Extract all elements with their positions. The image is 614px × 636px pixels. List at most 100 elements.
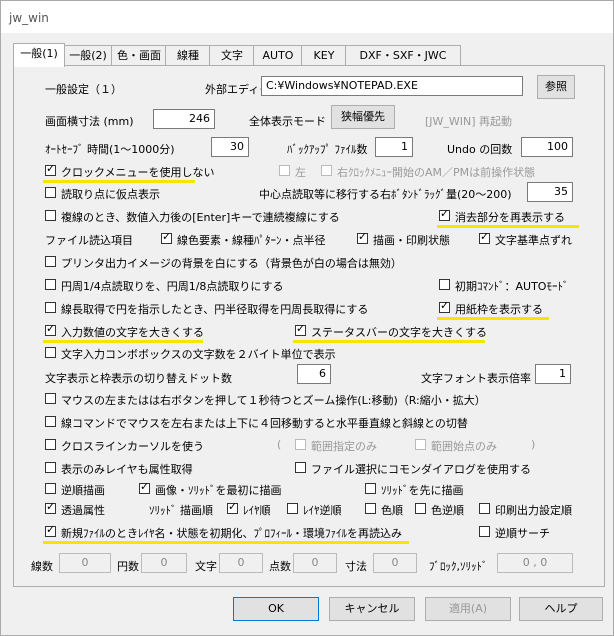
printer-white-label: プリンタ出力イメージの背景を白にする（背景色が白の場合は無効） <box>61 257 402 270</box>
tab-color-screen[interactable]: 色・画面 <box>111 45 167 66</box>
solid-draw-order-label: ｿﾘｯﾄﾞ 描画順 <box>149 504 213 517</box>
center-drag-label: 中心点読取等に移行する右ﾎﾞﾀﾝﾄﾞﾗｯｸﾞ量(20〜200) <box>259 188 512 201</box>
arcs-label: 円数 <box>117 560 139 573</box>
print-order-label: 印刷出力設定順 <box>495 504 572 517</box>
solid-first-label: ｿﾘｯﾄﾞを先に描画 <box>381 484 464 497</box>
mouse-zoom-label: マウスの左またはは右ボタンを押して１秒待つとズーム操作(L:移動)（R:縮小・拡… <box>61 394 486 407</box>
ok-button[interactable]: OK <box>233 597 319 621</box>
paren-open: ( <box>277 438 282 451</box>
dialog-window: jw_win 一般(1) 一般(2) 色・画面 線種 文字 AUTO KEY D… <box>0 0 614 636</box>
solid-first-checkbox[interactable] <box>365 483 376 494</box>
display-layer-checkbox[interactable] <box>45 462 56 473</box>
line-cmd-mouse-checkbox[interactable] <box>45 416 56 427</box>
backup-input[interactable]: 1 <box>375 137 413 157</box>
text-frame-dots-input[interactable]: 6 <box>297 364 331 384</box>
center-drag-input[interactable]: 35 <box>527 182 573 202</box>
reverse-draw-checkbox[interactable] <box>45 483 56 494</box>
redisplay-erased-checkbox[interactable]: ✓ <box>439 207 450 221</box>
title-bar: jw_win <box>1 1 613 33</box>
help-button[interactable]: ヘルプ <box>519 597 603 621</box>
range-start-only-checkbox[interactable] <box>415 439 426 450</box>
crossline-cursor-checkbox[interactable] <box>45 439 56 450</box>
fr-color-checkbox[interactable]: ✓ <box>161 230 172 244</box>
color-order-label: 色順 <box>381 504 403 517</box>
transparency-checkbox[interactable]: ✓ <box>45 500 56 514</box>
tab-text[interactable]: 文字 <box>209 45 255 66</box>
backup-label: ﾊﾞｯｸｱｯﾌﾟ ﾌｧｲﾙ数 <box>287 143 368 156</box>
combobox-2byte-label: 文字入力コンボボックスの文字数を２バイト単位で表示 <box>61 348 336 361</box>
highlight-marker <box>43 180 195 183</box>
layer-order-label: ﾚｲﾔ順 <box>243 504 271 517</box>
autosave-label: ｵｰﾄｾｰﾌﾞ 時間(1〜1000分) <box>45 143 175 156</box>
print-order-radio[interactable] <box>479 503 490 514</box>
tab-auto[interactable]: AUTO <box>253 45 303 66</box>
window-title: jw_win <box>9 11 49 25</box>
range-only-checkbox[interactable] <box>295 439 306 450</box>
layer-order-radio[interactable]: ✓ <box>227 500 238 514</box>
lines-count: 0 <box>59 553 111 573</box>
blocks-label: ﾌﾞﾛｯｸ,ｿﾘｯﾄﾞ <box>429 560 488 573</box>
points-count: 0 <box>293 553 337 573</box>
statusbar-large-checkbox[interactable]: ✓ <box>295 322 306 336</box>
tab-key[interactable]: KEY <box>301 45 347 66</box>
blocks-count: 0 , 0 <box>497 553 573 573</box>
editor-path-field[interactable]: C:¥Windows¥NOTEPAD.EXE <box>261 76 523 96</box>
clock-right-checkbox[interactable] <box>321 165 332 176</box>
tab-dxf-sxf-jwc[interactable]: DXF・SXF・JWC <box>345 45 461 66</box>
input-large-label: 入力数値の文字を大きくする <box>61 326 204 339</box>
transparency-label: 透過属性 <box>61 504 105 517</box>
crossline-cursor-label: クロスラインカーソルを使う <box>61 440 204 453</box>
apply-button[interactable]: 適用(A) <box>425 597 511 621</box>
multi-copy-checkbox[interactable] <box>45 210 56 221</box>
undo-label: Undo の回数 <box>447 143 513 156</box>
multi-copy-label: 複線のとき、数値入力後の[Enter]キーで連続複線にする <box>61 211 340 224</box>
reverse-search-checkbox[interactable] <box>479 526 490 537</box>
lines-label: 線数 <box>31 560 53 573</box>
redisplay-erased-label: 消去部分を再表示する <box>455 211 565 224</box>
text-font-scale-input[interactable]: 1 <box>535 364 571 384</box>
combobox-2byte-checkbox[interactable] <box>45 347 56 358</box>
input-large-checkbox[interactable]: ✓ <box>45 322 56 336</box>
new-file-init-checkbox[interactable]: ✓ <box>45 523 56 537</box>
points-label: 点数 <box>269 560 291 573</box>
fullscreen-mode-label: 全体表示モード <box>249 115 326 128</box>
tab-general-2[interactable]: 一般(2) <box>63 45 113 66</box>
layer-reverse-radio[interactable] <box>287 503 298 514</box>
highlight-marker <box>43 340 203 343</box>
paper-frame-checkbox[interactable]: ✓ <box>439 299 450 313</box>
clockmenu-checkbox[interactable]: ✓ <box>45 162 56 176</box>
autosave-input[interactable]: 30 <box>211 137 249 157</box>
image-solid-first-label: 画像・ｿﾘｯﾄﾞを最初に描画 <box>155 484 282 497</box>
arcs-count: 0 <box>141 553 187 573</box>
fullscreen-mode-button[interactable]: 狭幅優先 <box>331 105 395 129</box>
left-checkbox[interactable] <box>279 165 290 176</box>
text-frame-dots-label: 文字表示と枠表示の切り替えドット数 <box>45 372 232 385</box>
radius-read-checkbox[interactable] <box>45 302 56 313</box>
texts-label: 文字 <box>195 560 217 573</box>
fr-draw-checkbox[interactable]: ✓ <box>357 230 368 244</box>
file-read-label: ファイル読込項目 <box>45 234 133 247</box>
circle-quarter-label: 円周1/4点読取りを、円周1/8点読取りにする <box>61 280 284 293</box>
initial-auto-checkbox[interactable] <box>439 279 450 290</box>
fr-text-checkbox[interactable]: ✓ <box>479 230 490 244</box>
circle-quarter-checkbox[interactable] <box>45 279 56 290</box>
printer-white-checkbox[interactable] <box>45 256 56 267</box>
tab-general-1[interactable]: 一般(1) <box>13 43 65 67</box>
paper-frame-label: 用紙枠を表示する <box>455 303 543 316</box>
mouse-zoom-checkbox[interactable] <box>45 393 56 404</box>
common-dialog-checkbox[interactable] <box>295 462 306 473</box>
radius-read-label: 線長取得で円を指示したとき、円半径取得を円周長取得にする <box>61 303 369 316</box>
reverse-draw-label: 逆順描画 <box>61 484 105 497</box>
browse-button[interactable]: 参照 <box>537 75 575 99</box>
tab-line-type[interactable]: 線種 <box>165 45 211 66</box>
undo-input[interactable]: 100 <box>521 137 573 157</box>
restart-note: [JW_WIN] 再起動 <box>425 115 513 128</box>
clockmenu-label: クロックメニューを使用しない <box>61 166 215 179</box>
image-solid-first-checkbox[interactable]: ✓ <box>139 480 150 494</box>
left-label: 左 <box>295 166 306 179</box>
readpoint-checkbox[interactable] <box>45 187 56 198</box>
color-order-radio[interactable] <box>365 503 376 514</box>
color-reverse-radio[interactable] <box>415 503 426 514</box>
screen-width-input[interactable]: 246 <box>153 109 215 129</box>
cancel-button[interactable]: キャンセル <box>329 597 415 621</box>
